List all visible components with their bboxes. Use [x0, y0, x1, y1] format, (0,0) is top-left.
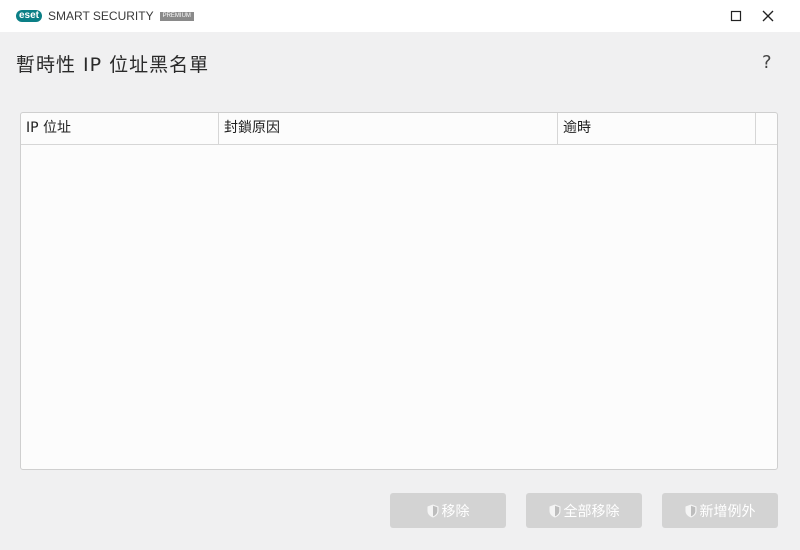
column-header-block-reason[interactable]: 封鎖原因 [219, 113, 558, 144]
page-title: 暫時性 IP 位址黑名單 [16, 54, 210, 76]
remove-button[interactable]: 移除 [390, 493, 506, 528]
eset-logo: eset SMART SECURITY PREMIUM [16, 9, 194, 23]
close-button[interactable] [755, 4, 781, 28]
table-header: IP 位址 封鎖原因 逾時 [21, 113, 777, 145]
maximize-button[interactable] [723, 4, 749, 28]
add-exception-button-label: 新增例外 [699, 503, 756, 520]
column-header-extra[interactable] [756, 113, 777, 144]
title-bar: eset SMART SECURITY PREMIUM [0, 0, 800, 32]
shield-icon [549, 504, 560, 517]
remove-all-button[interactable]: 全部移除 [526, 493, 642, 528]
remove-all-button-label: 全部移除 [563, 503, 620, 520]
shield-icon [427, 504, 438, 517]
column-header-timeout[interactable]: 逾時 [558, 113, 756, 144]
add-exception-button[interactable]: 新增例外 [662, 493, 778, 528]
shield-icon [685, 504, 696, 517]
table-body [21, 145, 777, 469]
edition-badge: PREMIUM [159, 11, 194, 21]
logo-eset-mark: eset [16, 10, 43, 22]
maximize-icon [730, 10, 742, 22]
close-icon [762, 10, 774, 22]
column-header-ip-address[interactable]: IP 位址 [21, 113, 219, 144]
help-button[interactable]: ? [762, 52, 772, 73]
remove-button-label: 移除 [441, 503, 470, 520]
blacklist-table: IP 位址 封鎖原因 逾時 [20, 112, 778, 470]
product-name: SMART SECURITY [48, 9, 154, 23]
